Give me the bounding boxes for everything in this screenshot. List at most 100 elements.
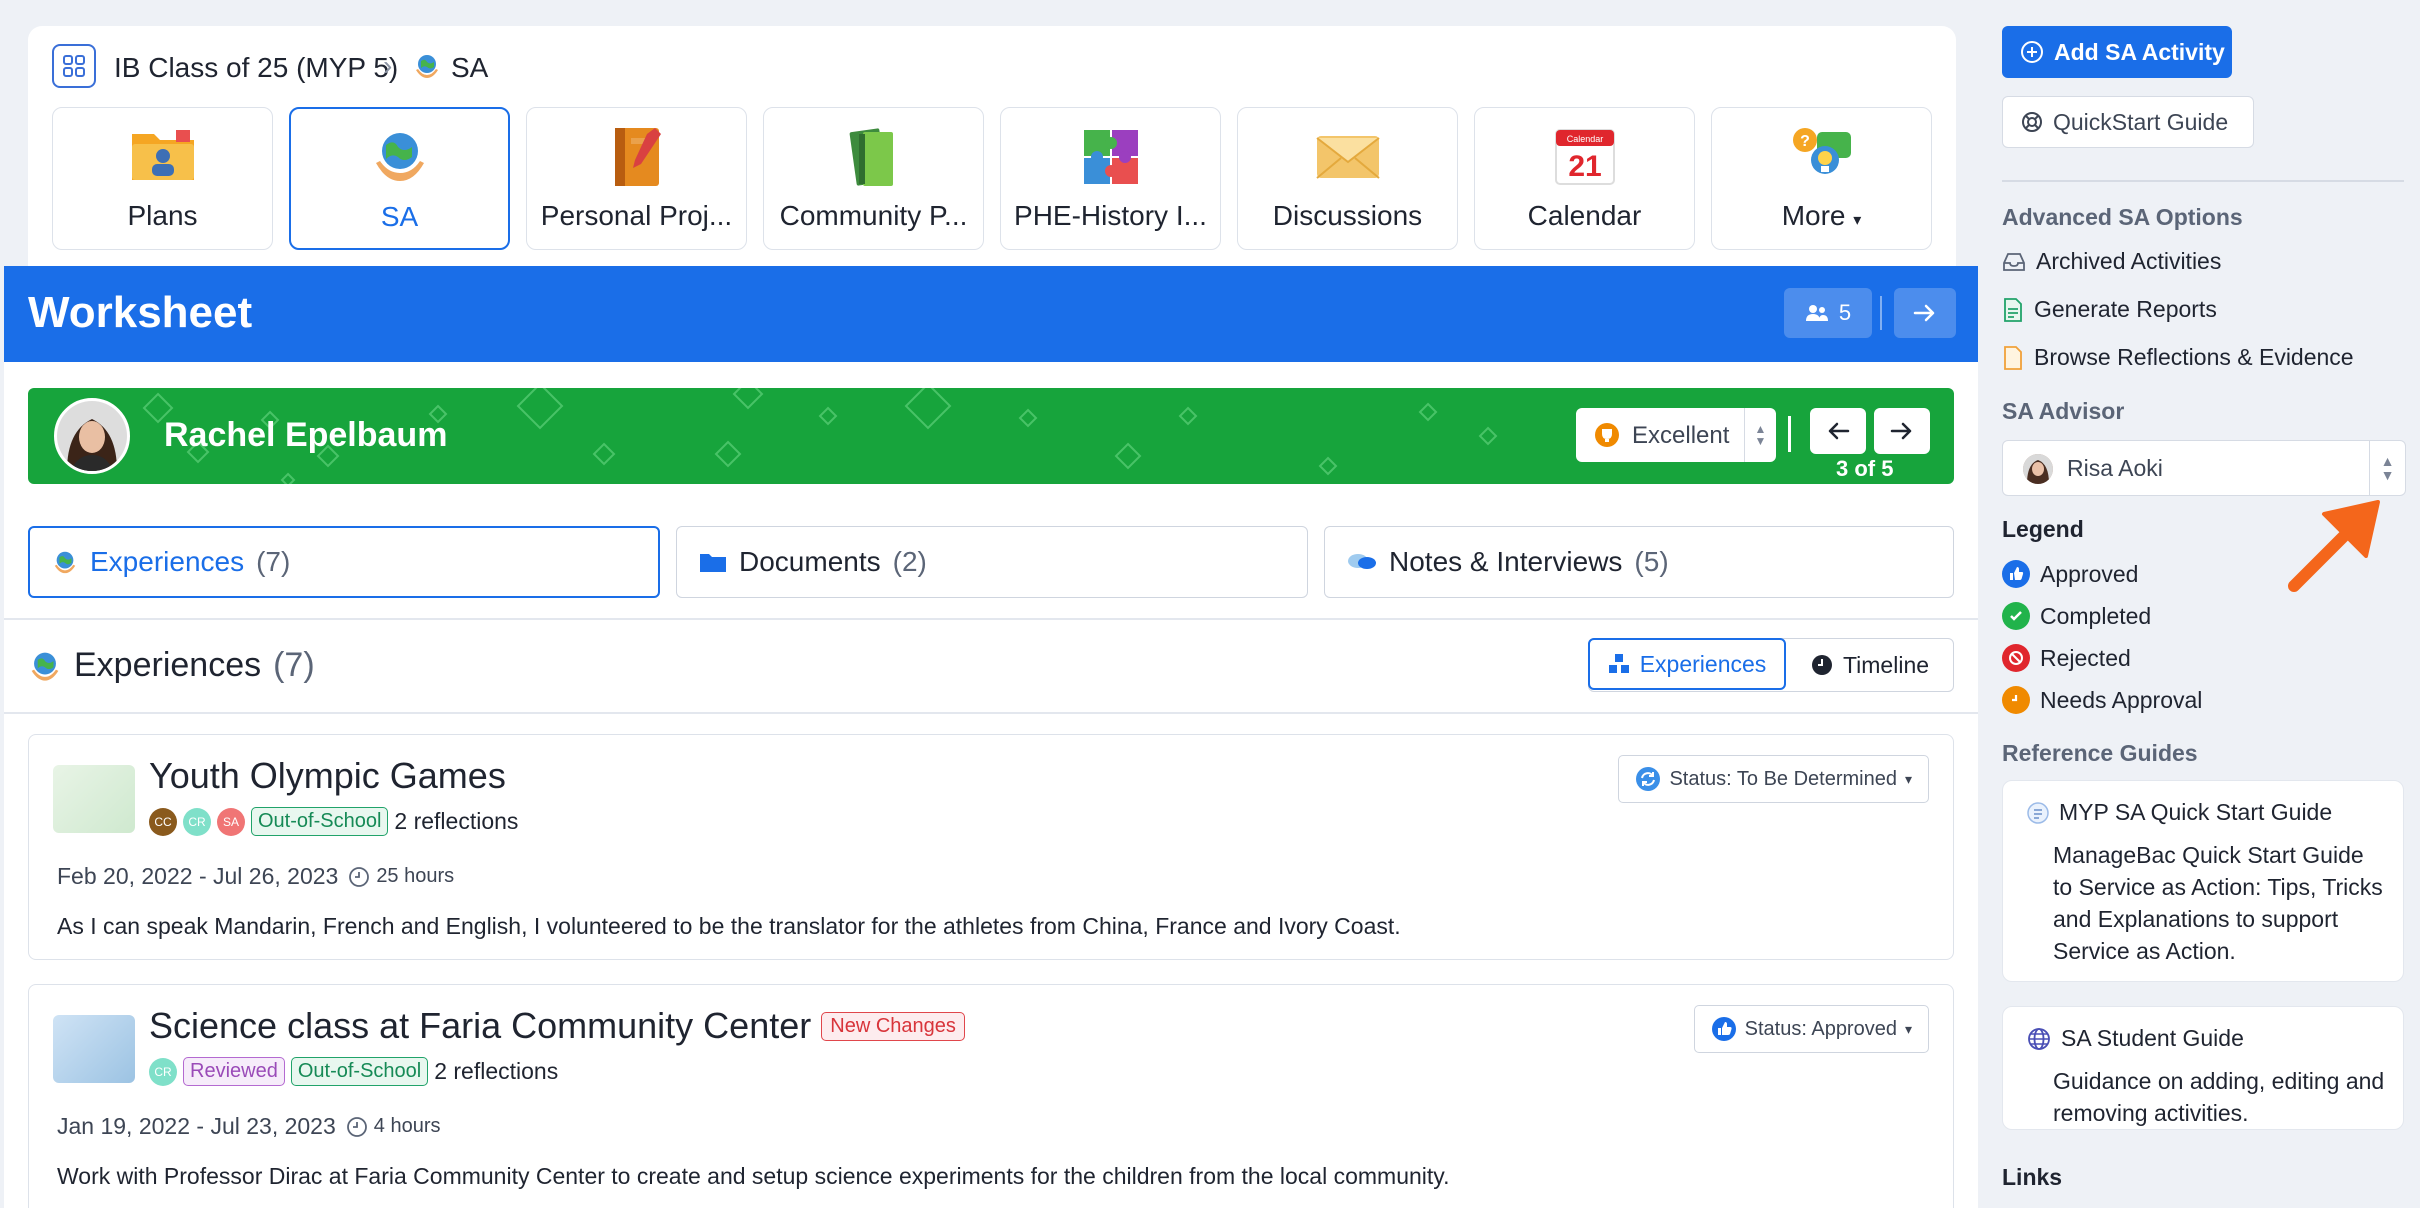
guide-card[interactable]: MYP SA Quick Start Guide ManageBac Quick…	[2002, 780, 2404, 982]
tile-plans[interactable]: Plans	[52, 107, 273, 250]
breadcrumb-current: SA	[451, 52, 489, 83]
criteria-chip: CR	[149, 1057, 177, 1086]
calendar-day-text: 21	[1568, 150, 1601, 183]
criteria-chip: CR	[183, 807, 211, 836]
document-icon	[2004, 345, 2022, 370]
globe-icon	[2028, 1027, 2050, 1050]
reflections-count[interactable]: 2 reflections	[434, 1058, 558, 1085]
activity-thumbnail	[53, 1015, 135, 1083]
location-tag: Out-of-School	[251, 807, 389, 836]
tile-label: PHE-History I...	[1014, 200, 1207, 231]
subtab-notes-interviews[interactable]: Notes & Interviews (5)	[1324, 526, 1954, 598]
view-timeline-button[interactable]: Timeline	[1787, 639, 1953, 691]
subtab-documents[interactable]: Documents (2)	[676, 526, 1308, 598]
trophy-icon	[1594, 422, 1620, 448]
guide-description: Guidance on adding, editing and removing…	[2053, 1068, 2385, 1126]
subtab-experiences[interactable]: Experiences (7)	[28, 526, 660, 598]
status-dropdown[interactable]: Status: Approved ▾	[1693, 1005, 1929, 1053]
caret-down-icon: ▾	[1904, 770, 1912, 787]
view-timeline-label: Timeline	[1842, 651, 1930, 678]
activity-tags: CR Reviewed Out-of-School 2 reflections	[149, 1057, 558, 1086]
date-range: Feb 20, 2022 - Jul 26, 2023	[57, 863, 339, 889]
browse-reflections-label: Browse Reflections & Evidence	[2034, 344, 2354, 370]
legend-heading: Legend	[2002, 516, 2084, 542]
activity-card[interactable]: Science class at Faria Community Center …	[28, 984, 1954, 1208]
thumbs-up-icon	[2002, 560, 2030, 588]
ban-icon	[2002, 644, 2030, 672]
people-count-button[interactable]: 5	[1784, 288, 1872, 338]
clock-outline-icon	[346, 1116, 367, 1137]
tile-sa[interactable]: SA	[289, 107, 510, 250]
archived-activities-link[interactable]: Archived Activities	[2002, 248, 2221, 275]
legend-label: Needs Approval	[2040, 686, 2203, 713]
student-name: Rachel Epelbaum	[164, 416, 448, 454]
activity-card[interactable]: Youth Olympic Games CC CR SA Out-of-Scho…	[28, 734, 1954, 960]
tile-community-project[interactable]: Community P...	[763, 107, 984, 250]
tile-calendar[interactable]: Calendar 21 Calendar	[1474, 107, 1695, 250]
tile-more[interactable]: ? More ▾	[1711, 107, 1932, 250]
status-dropdown[interactable]: Status: To Be Determined ▾	[1618, 755, 1929, 803]
activity-hours: 25 hours	[348, 865, 454, 888]
tile-personal-project[interactable]: Personal Proj...	[526, 107, 747, 250]
svg-text:?: ?	[1800, 133, 1810, 150]
lifebuoy-icon	[2022, 112, 2042, 132]
document-lines-icon	[2027, 801, 2049, 824]
arrow-left-icon	[1828, 422, 1850, 440]
chat-bubbles-icon	[1348, 554, 1376, 569]
worksheet-header: Worksheet 5	[4, 266, 1978, 362]
thumbs-up-circle-icon	[1711, 1017, 1736, 1041]
advisor-select[interactable]: Risa Aoki ▲ ▼	[2002, 440, 2406, 496]
guide-description: ManageBac Quick Start Guide to Service a…	[2053, 842, 2383, 964]
activity-title[interactable]: Science class at Faria Community Center …	[149, 1005, 965, 1047]
activity-title[interactable]: Youth Olympic Games	[149, 755, 506, 797]
grid-icon[interactable]	[52, 44, 96, 88]
calendar-header-text: Calendar	[1566, 134, 1603, 144]
lightbulb-chat-icon: ?	[1789, 126, 1855, 184]
activity-description: Work with Professor Dirac at Faria Commu…	[57, 1163, 1450, 1189]
breadcrumb-class[interactable]: IB Class of 25 (MYP 5)	[114, 52, 398, 84]
puzzle-icon	[1080, 126, 1142, 186]
subtab-label: Documents	[739, 546, 881, 577]
student-position: 3 of 5	[1836, 456, 1894, 481]
new-changes-badge: New Changes	[821, 1011, 965, 1041]
globe-hands-icon	[370, 127, 430, 187]
next-arrow-button[interactable]	[1894, 288, 1956, 338]
prev-student-button[interactable]	[1810, 408, 1866, 454]
grade-select[interactable]: Excellent ▲ ▼	[1576, 408, 1776, 462]
activity-description: As I can speak Mandarin, French and Engl…	[57, 913, 1401, 939]
generate-reports-link[interactable]: Generate Reports	[2002, 296, 2217, 323]
envelope-icon	[1315, 126, 1381, 182]
next-student-button[interactable]	[1874, 408, 1930, 454]
subtab-count: (7)	[256, 546, 291, 577]
top-navigation-card: IB Class of 25 (MYP 5) › SA Plans SA Per…	[28, 26, 1956, 288]
select-spinner-icon: ▲ ▼	[2369, 441, 2405, 495]
tile-label: Plans	[127, 200, 198, 231]
location-tag: Out-of-School	[290, 1057, 429, 1086]
tile-discussions[interactable]: Discussions	[1237, 107, 1458, 250]
reference-guides-heading: Reference Guides	[2002, 740, 2198, 766]
tile-phe-history[interactable]: PHE-History I...	[1000, 107, 1221, 250]
links-heading: Links	[2002, 1164, 2063, 1190]
generate-reports-label: Generate Reports	[2034, 296, 2217, 322]
divider	[4, 618, 1978, 620]
view-experiences-button[interactable]: Experiences	[1588, 638, 1786, 690]
quickstart-guide-button[interactable]: QuickStart Guide	[2002, 96, 2254, 148]
tile-label-more: More ▾	[1712, 200, 1931, 232]
people-count: 5	[1838, 300, 1852, 325]
activity-tags: CC CR SA Out-of-School 2 reflections	[149, 807, 518, 836]
student-banner: Rachel Epelbaum Excellent ▲ ▼ 3 of 5	[28, 388, 1954, 484]
activity-dates: Jan 19, 2022 - Jul 23, 2023 4 hours	[57, 1113, 440, 1140]
inbox-icon	[2003, 252, 2025, 271]
guide-card[interactable]: SA Student Guide Guidance on adding, edi…	[2002, 1006, 2404, 1130]
more-label: More	[1781, 200, 1846, 231]
legend-completed: Completed	[2002, 602, 2151, 630]
notebook-icon	[609, 126, 665, 188]
browse-reflections-link[interactable]: Browse Reflections & Evidence	[2002, 344, 2354, 371]
add-sa-activity-button[interactable]: Add SA Activity	[2002, 26, 2232, 78]
reflections-count[interactable]: 2 reflections	[394, 808, 518, 835]
users-icon	[1805, 304, 1829, 322]
plus-circle-icon	[2021, 41, 2043, 63]
grade-value: Excellent	[1632, 422, 1730, 449]
criteria-chip: SA	[217, 807, 245, 836]
legend-needs-approval: Needs Approval	[2002, 686, 2202, 714]
